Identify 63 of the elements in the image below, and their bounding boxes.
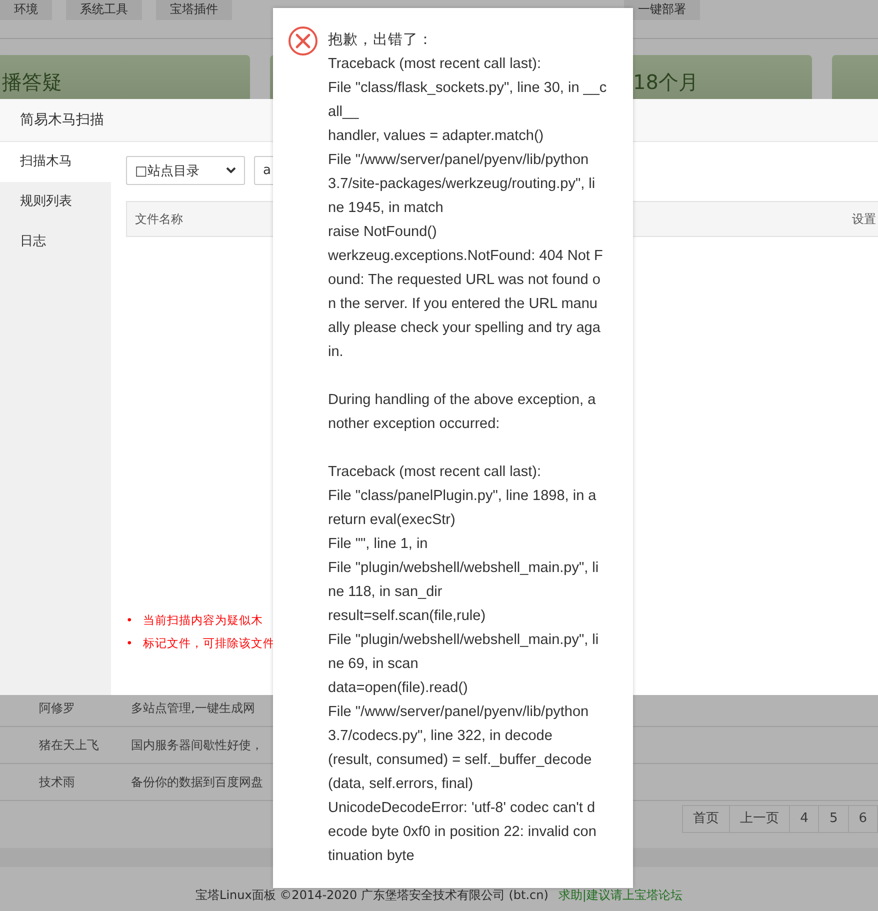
bullet: • [126,612,133,628]
description-cell: 国内服务器间歇性好使， [131,736,263,754]
error-line: File "class/panelPlugin.py", line 1898, in a [328,487,598,506]
bullet: • [126,635,133,651]
page-button[interactable]: 上一页 [729,805,790,833]
sidebar-item[interactable]: 扫描木马 [0,142,111,182]
error-line: n the server. If you entered the URL manu [328,295,598,314]
error-line: 3.7/codecs.py", line 322, in decode [328,727,554,746]
error-line: werkzeug.exceptions.NotFound: 404 Not F [328,247,604,266]
nav-tab[interactable]: 系统工具 [66,0,142,20]
description-cell: 备份你的数据到百度网盘 [131,774,263,790]
error-line: tinuation byte [328,847,416,866]
description-cell: 多站点管理,一键生成网 [131,700,255,716]
column-header: 设置 [852,210,876,228]
nav-tab[interactable]: 环境 [0,0,52,20]
error-line: ne 118, in san_dir [328,583,444,602]
nav-tab[interactable]: 一键部署 [624,0,700,20]
error-line: Traceback (most recent call last): [328,55,542,74]
error-line: File "plugin/webshell/webshell_main.py", li [328,559,600,578]
forum-link[interactable]: 求助|建议请上宝塔论坛 [558,888,682,903]
error-line: raise NotFound() [328,223,438,242]
error-line: 3.7/site-packages/werkzeug/routing.py", li [328,175,596,194]
error-line: all__ [328,103,360,122]
error-line: File "/www/server/panel/pyenv/lib/python [328,703,590,722]
error-line: ound: The requested URL was not found o [328,271,602,290]
sidebar-item[interactable]: 规则列表 [0,182,111,222]
error-line: UnicodeDecodeError: 'utf-8' codec can't d [328,799,596,818]
error-line: ne 69, in scan [328,655,420,674]
sidebar-item[interactable]: 日志 [0,222,111,262]
page-button[interactable]: 4 [789,805,820,833]
error-line: File "", line 1, in [328,535,429,554]
nav-tab[interactable]: 宝塔插件 [156,0,232,20]
error-line: result=self.scan(file,rule) [328,607,487,626]
error-line: File "class/flask_sockets.py", line 30, in __c [328,79,607,98]
error-line: return eval(execStr) [328,511,456,530]
warning-note: 标记文件，可排除该文件 [142,635,275,651]
error-title: 抱歉，出错了： [328,31,434,50]
error-line: ecode byte 0xf0 in position 22: invalid con [328,823,598,842]
author-cell-text: 技术雨 [39,774,76,790]
error-line: File "/www/server/panel/pyenv/lib/python [328,151,590,170]
error-line: During handling of the above exception, a [328,391,597,410]
error-line: ne 1945, in match [328,199,444,218]
card-title: 18个月 [633,70,698,94]
author-cell-text: 猪在天上飞 [39,736,100,754]
error-line: ally please check your spelling and try aga [328,319,602,338]
error-line: (result, consumed) = self._buffer_decode [328,751,593,770]
error-line: (data, self.errors, final) [328,775,474,794]
page-button[interactable]: 首页 [682,805,730,833]
error-line: File "plugin/webshell/webshell_main.py", li [328,631,600,650]
error-icon [288,26,318,56]
author-cell-text: 阿修罗 [39,700,76,716]
error-line: in. [328,343,344,362]
page-button[interactable]: 5 [818,805,849,833]
error-line: nother exception occurred: [328,415,501,434]
column-header: 文件名称 [135,210,183,228]
error-line: Traceback (most recent call last): [328,463,542,482]
chevron-down-icon [226,167,236,174]
page-button[interactable]: 6 [848,805,878,833]
error-line: data=open(file).read() [328,679,469,698]
card-title: 播答疑 [2,70,62,94]
copyright-text: 宝塔Linux面板 ©2014-2020 广东堡塔安全技术有限公司 (bt.cn) [196,888,548,903]
directory-select[interactable]: □站点目录 [126,156,245,185]
warning-note: 当前扫描内容为疑似木 [142,612,263,628]
